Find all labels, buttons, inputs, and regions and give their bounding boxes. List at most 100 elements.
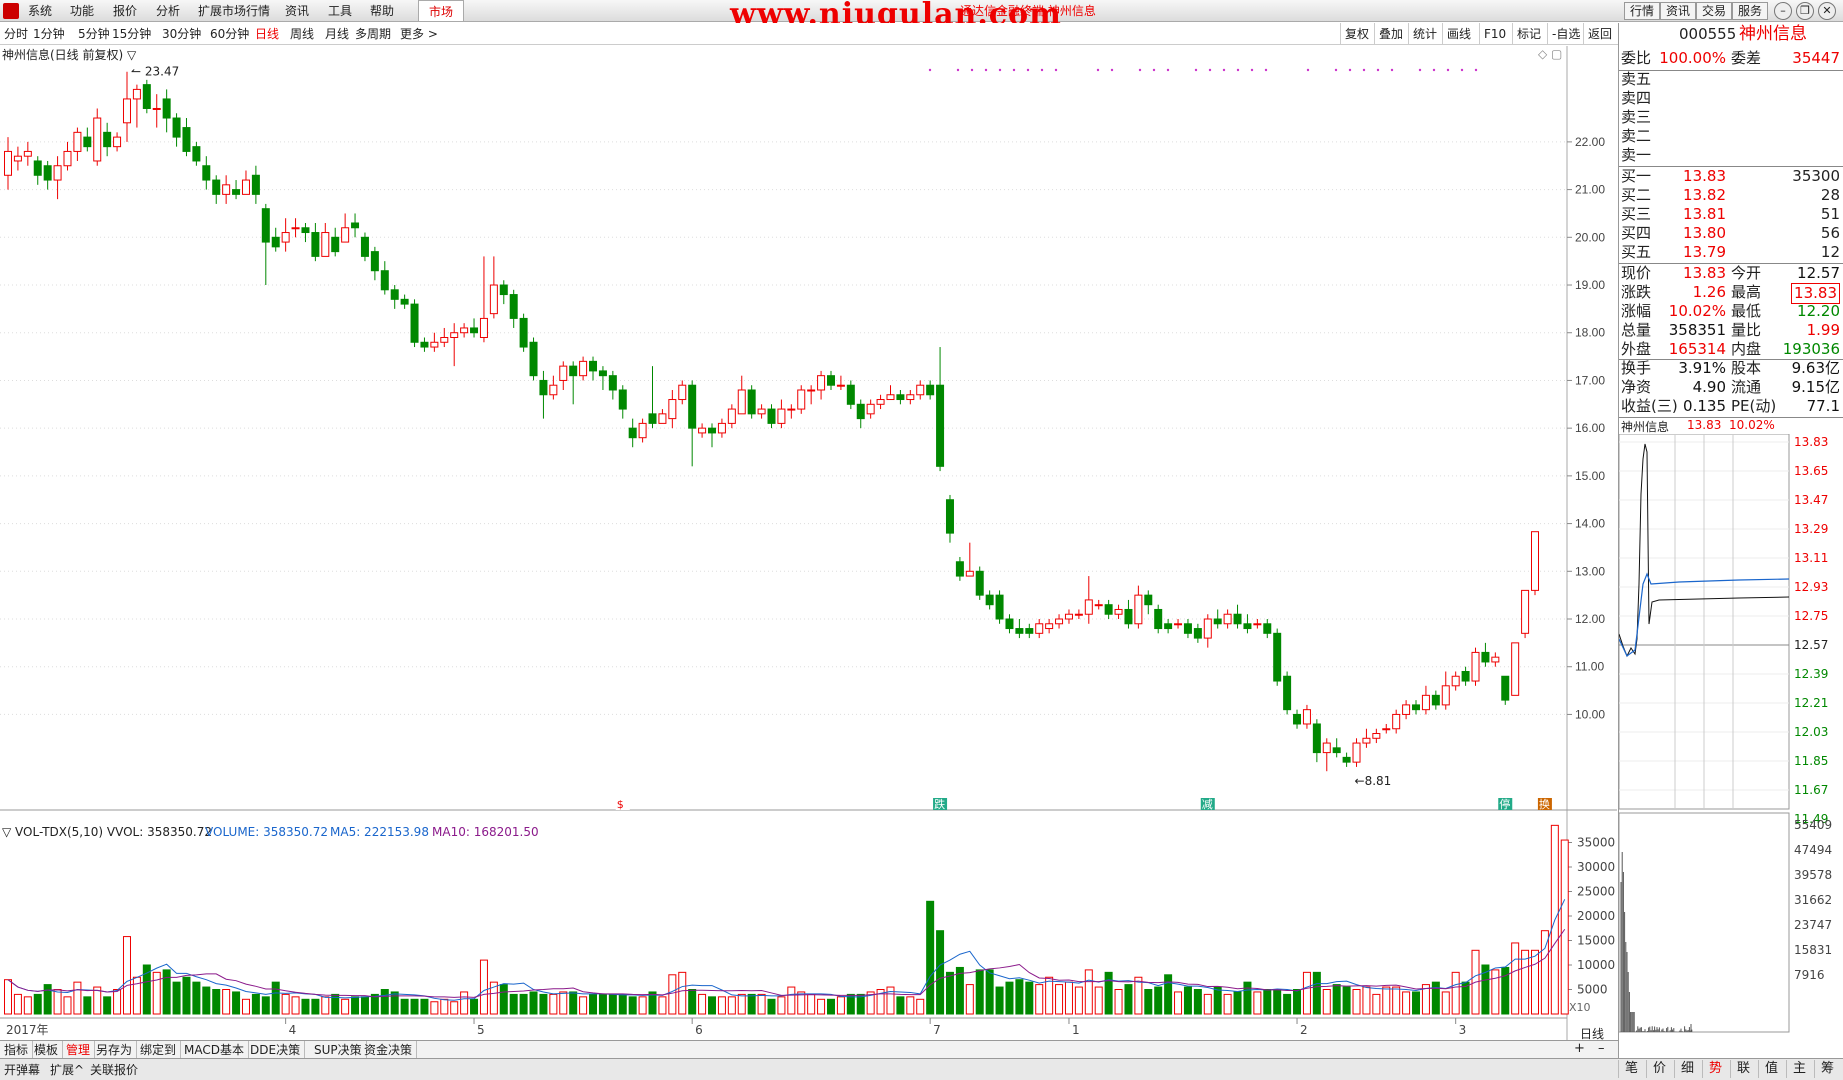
chart-tool-3[interactable]: 画线 <box>1442 23 1475 45</box>
volume-bar <box>153 972 160 1014</box>
top-button-quote[interactable]: 行情 <box>1624 2 1660 20</box>
candle-body <box>1264 624 1271 634</box>
stat-value: 9.15亿 <box>1792 378 1840 397</box>
indicator-tab-2[interactable]: 管理 <box>62 1041 95 1059</box>
chart-tool-6[interactable]: -自选 <box>1547 23 1584 45</box>
indicator-tab-1[interactable]: 模板 <box>30 1041 63 1059</box>
menu-function[interactable]: 功能 <box>70 0 94 22</box>
menu-news[interactable]: 资讯 <box>285 0 309 22</box>
chart-tool-2[interactable]: 统计 <box>1408 23 1441 45</box>
period-10[interactable]: 更多 > <box>400 23 438 45</box>
period-1[interactable]: 1分钟 <box>33 23 65 45</box>
right-tab-1[interactable]: 价 <box>1646 1060 1672 1078</box>
indicator-tab-6[interactable]: DDE决策 <box>246 1041 305 1059</box>
indicator-tab-5[interactable]: MACD基本 <box>180 1041 249 1059</box>
menu-system[interactable]: 系统 <box>28 0 52 22</box>
volume-bar <box>1432 982 1439 1014</box>
app-logo-icon <box>3 3 19 19</box>
menu-analysis[interactable]: 分析 <box>156 0 180 22</box>
month-label: 3 <box>1459 1023 1467 1037</box>
candle-body <box>1194 629 1201 639</box>
chart-tool-1[interactable]: 叠加 <box>1374 23 1407 45</box>
chart-tool-7[interactable]: 返回 <box>1583 23 1616 45</box>
candle-body <box>252 175 259 194</box>
zoom-in-icon[interactable]: + <box>1574 1041 1585 1056</box>
sell-row: 卖一 <box>1619 146 1843 165</box>
volume-bar <box>1373 994 1380 1014</box>
volume-ma10: MA10: 168201.50 <box>432 825 539 839</box>
top-button-trade[interactable]: 交易 <box>1696 2 1732 20</box>
candle-body <box>907 395 914 400</box>
minimize-icon[interactable]: – <box>1774 2 1792 20</box>
period-3[interactable]: 15分钟 <box>112 23 151 45</box>
candle-body <box>580 361 587 375</box>
stat-label: 外盘 <box>1621 340 1651 359</box>
candle-body <box>64 151 71 165</box>
volume-bar <box>1294 990 1301 1015</box>
kline-chart[interactable]: 22.00 21.00 20.00 19.00 18.00 17.00 16.00 15.00… <box>0 46 1618 1040</box>
right-tab-6[interactable]: 主 <box>1786 1060 1812 1078</box>
indicator-tab-0[interactable]: 指标 <box>0 1041 33 1059</box>
period-2[interactable]: 5分钟 <box>78 23 110 45</box>
candle-body <box>1343 757 1350 762</box>
period-4[interactable]: 30分钟 <box>162 23 201 45</box>
indicator-tab-4[interactable]: 绑定到 <box>136 1041 181 1059</box>
menu-quote[interactable]: 报价 <box>113 0 137 22</box>
right-tab-4[interactable]: 联 <box>1730 1060 1756 1078</box>
candle-body <box>322 233 329 257</box>
period-8[interactable]: 月线 <box>325 23 349 45</box>
chart-tool-0[interactable]: 复权 <box>1340 23 1373 45</box>
right-tab-3[interactable]: 势 <box>1702 1060 1728 1078</box>
right-tab-0[interactable]: 笔 <box>1618 1060 1644 1078</box>
buy-price: 13.81 <box>1683 205 1726 224</box>
indicator-tab-8[interactable]: 资金决策 <box>360 1041 417 1059</box>
buy-price: 13.79 <box>1683 243 1726 262</box>
price-tick-label: 22.00 <box>1575 135 1605 149</box>
menu-help[interactable]: 帮助 <box>370 0 394 22</box>
buy-volume: 12 <box>1821 243 1840 262</box>
right-tab-5[interactable]: 值 <box>1758 1060 1784 1078</box>
indicator-tab-7[interactable]: SUP决策 <box>310 1041 367 1059</box>
menu-market[interactable]: 市场 <box>418 0 464 22</box>
period-9[interactable]: 多周期 <box>355 23 391 45</box>
menu-tools[interactable]: 工具 <box>328 0 352 22</box>
volume-bar <box>1075 987 1082 1014</box>
volume-bar <box>709 997 716 1014</box>
period-0[interactable]: 分时 <box>4 23 28 45</box>
restore-icon[interactable]: ❐ <box>1796 2 1814 20</box>
candle-body <box>1442 686 1449 705</box>
volume-bar <box>1512 943 1519 1014</box>
status-item-2[interactable]: 关联报价 <box>86 1061 142 1079</box>
candle-body <box>996 595 1003 619</box>
close-icon[interactable]: ✕ <box>1818 2 1836 20</box>
buy-label: 买二 <box>1621 186 1651 205</box>
indicator-tab-3[interactable]: 另存为 <box>92 1041 137 1059</box>
stat-label: 今开 <box>1731 264 1761 283</box>
status-item-0[interactable]: 开弹幕 <box>0 1061 44 1079</box>
status-item-1[interactable]: 扩展^ <box>46 1061 88 1079</box>
zoom-out-icon[interactable]: – <box>1598 1041 1605 1056</box>
candle-body <box>956 562 963 576</box>
buy-label: 买三 <box>1621 205 1651 224</box>
top-button-service[interactable]: 服务 <box>1732 2 1768 20</box>
volume-bar <box>1095 987 1102 1014</box>
chart-tool-5[interactable]: 标记 <box>1512 23 1545 45</box>
candle-body <box>639 423 646 437</box>
signal-dot <box>1391 69 1393 71</box>
right-tab-2[interactable]: 细 <box>1674 1060 1700 1078</box>
mini-intraday-chart[interactable]: 13.83 13.65 13.47 13.29 13.11 12.93 12.75 12.57… <box>1619 434 1843 1044</box>
buy-price: 13.82 <box>1683 186 1726 205</box>
volume-bar <box>292 997 299 1014</box>
signal-dot <box>1307 69 1309 71</box>
volume-bar <box>252 994 259 1014</box>
menu-extended-market[interactable]: 扩展市场行情 <box>198 0 270 22</box>
signal-marker-label: 换 <box>1539 797 1550 811</box>
candle-body <box>827 376 834 386</box>
chart-tool-4[interactable]: F10 <box>1479 23 1510 45</box>
top-button-news[interactable]: 资讯 <box>1660 2 1696 20</box>
period-6[interactable]: 日线 <box>255 23 279 45</box>
period-5[interactable]: 60分钟 <box>210 23 249 45</box>
period-7[interactable]: 周线 <box>290 23 314 45</box>
right-tab-7[interactable]: 筹 <box>1814 1060 1840 1078</box>
sell-label: 卖四 <box>1621 89 1651 108</box>
